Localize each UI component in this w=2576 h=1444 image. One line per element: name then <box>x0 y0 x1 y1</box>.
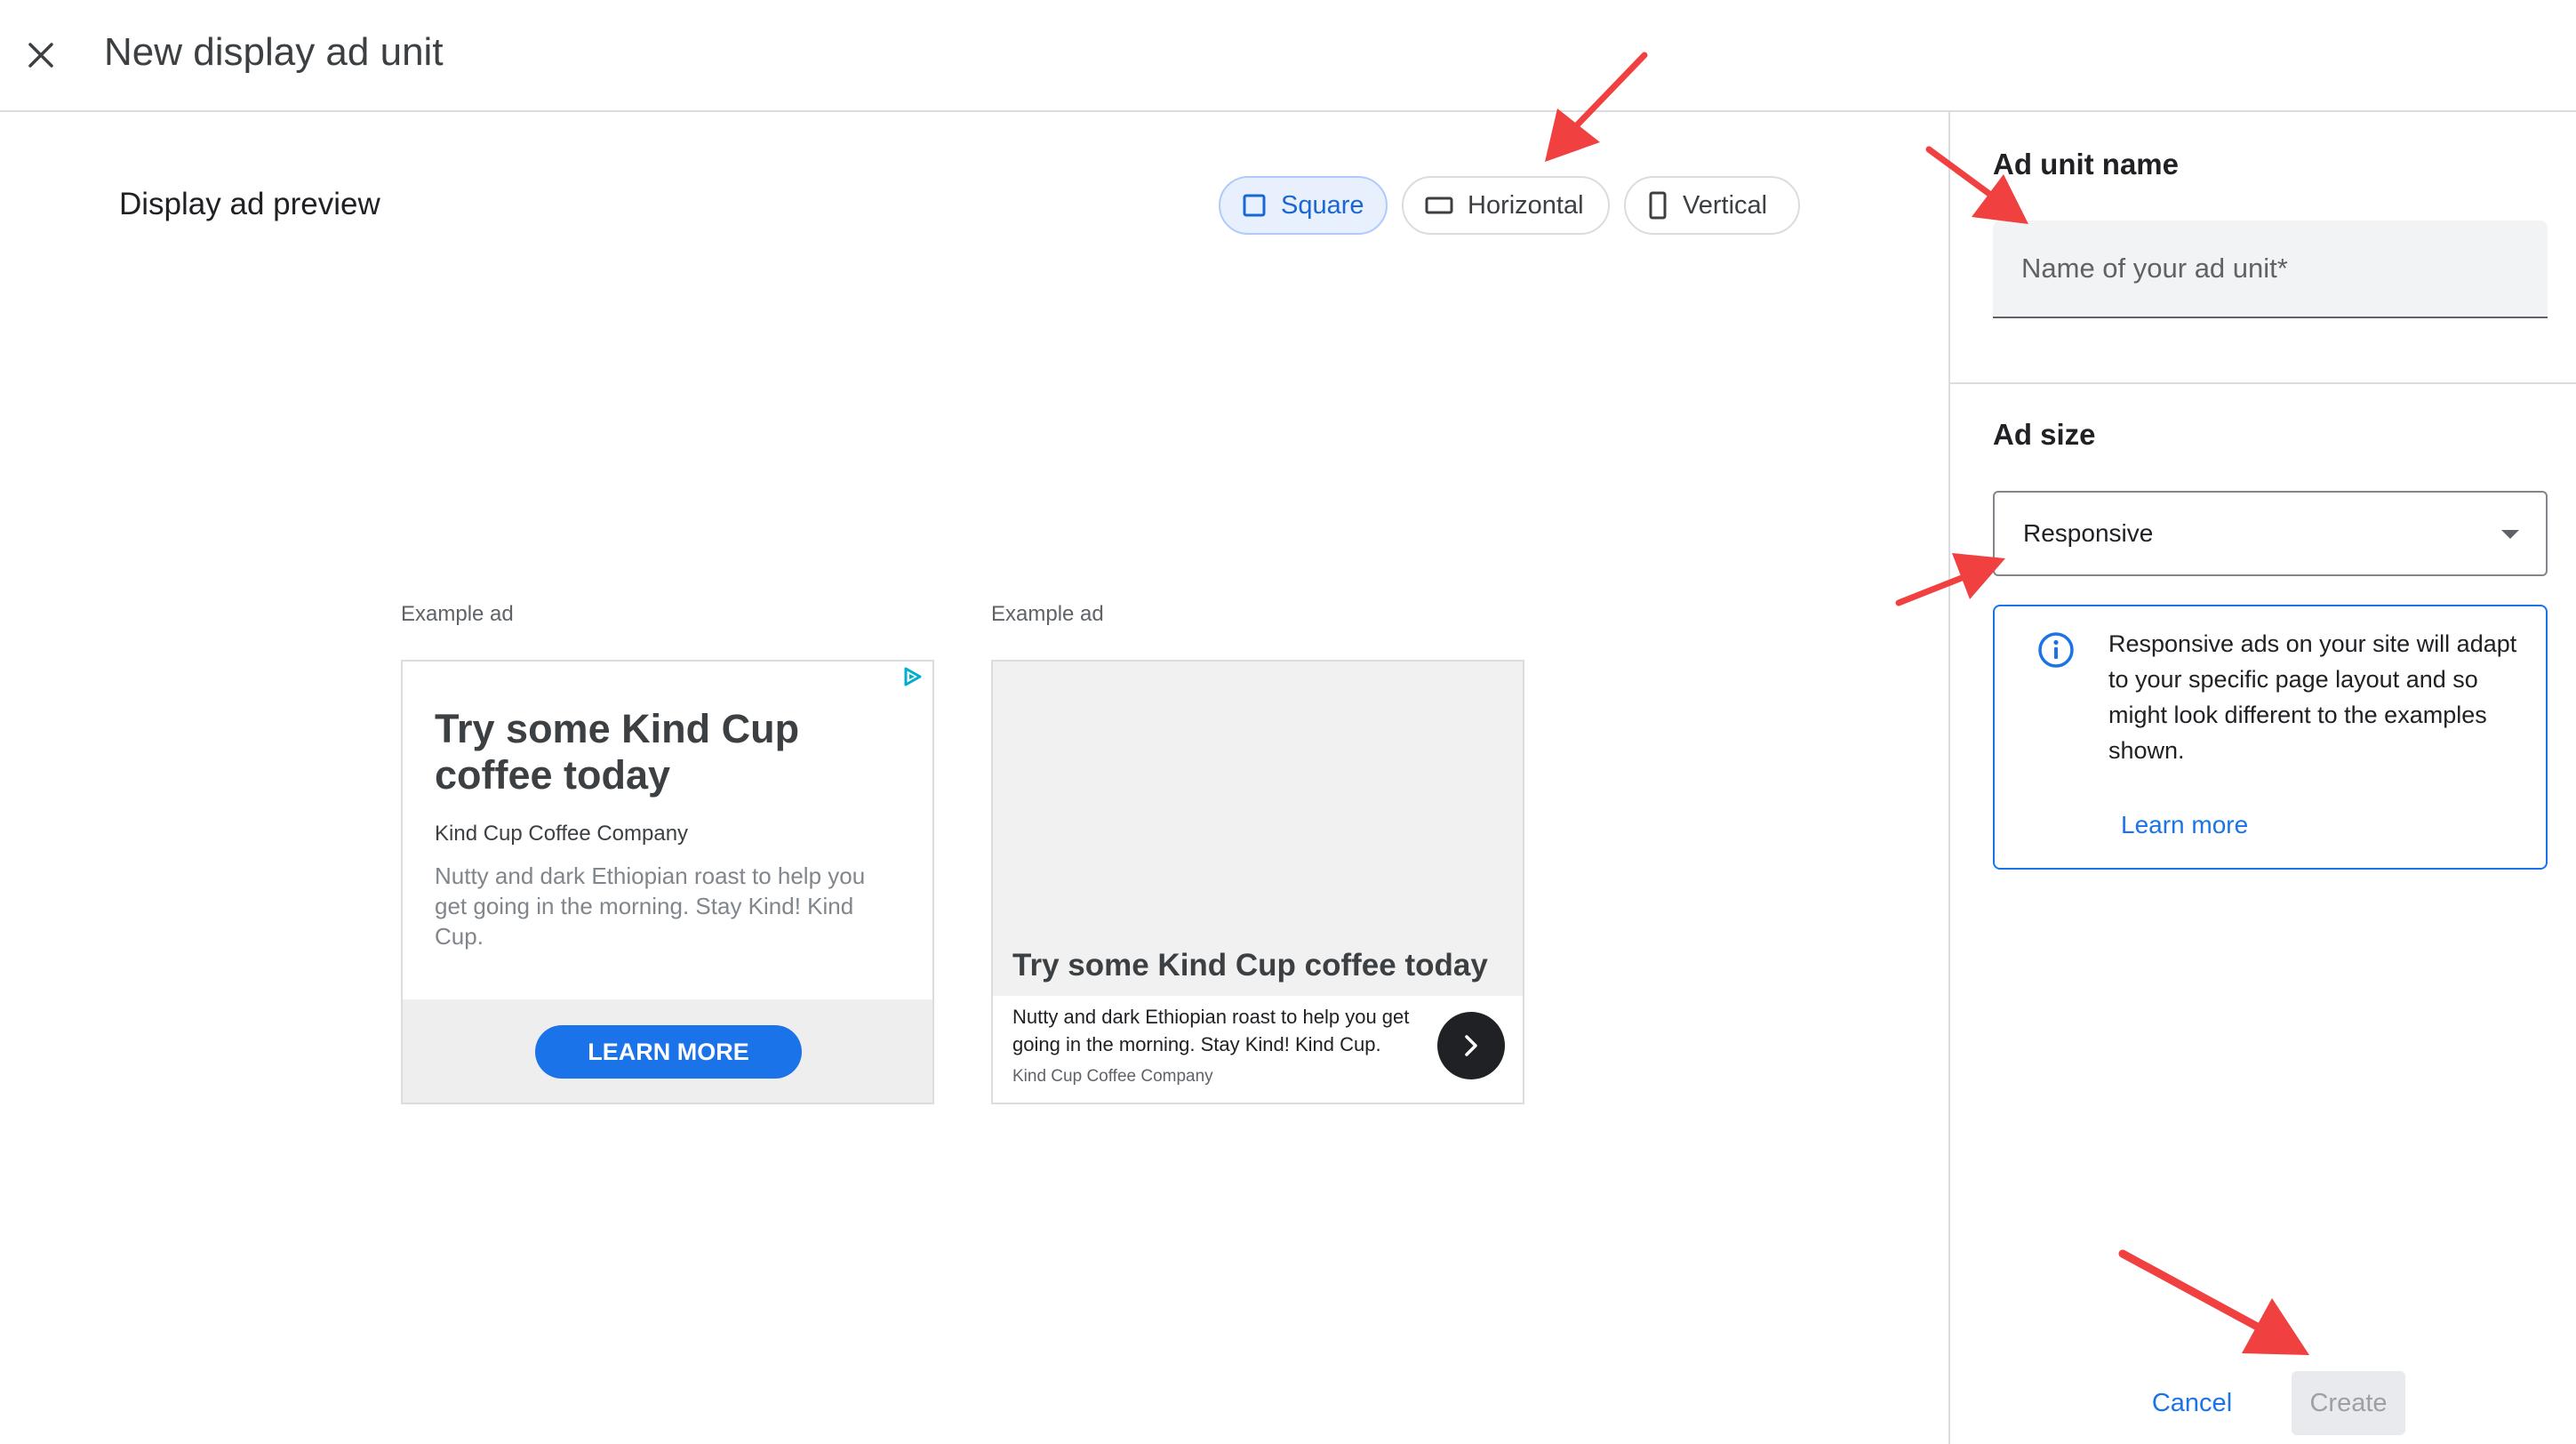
info-text: Responsive ads on your site will adapt t… <box>2108 630 2517 764</box>
example-ad-square: Try some Kind Cup coffee today Kind Cup … <box>401 660 934 1104</box>
ad-size-value: Responsive <box>2023 519 2154 547</box>
preview-title: Display ad preview <box>119 187 380 221</box>
square-icon <box>1243 194 1266 217</box>
ad-headline: Try some Kind Cup coffee today <box>435 706 800 798</box>
shape-chip-square[interactable]: Square <box>1219 176 1388 235</box>
close-button[interactable] <box>16 27 66 84</box>
ad-company: Kind Cup Coffee Company <box>1012 1067 1213 1086</box>
cancel-button[interactable]: Cancel <box>2133 1369 2251 1437</box>
section-divider <box>1950 382 2576 384</box>
shape-chip-label: Vertical <box>1683 190 1768 220</box>
shape-chip-vertical[interactable]: Vertical <box>1624 176 1800 235</box>
chevron-right-icon <box>1465 1035 1477 1056</box>
learn-more-cta-button[interactable]: LEARN MORE <box>535 1025 802 1079</box>
shape-chip-label: Horizontal <box>1468 190 1584 220</box>
info-icon <box>2038 632 2074 668</box>
ad-size-select[interactable]: Responsive <box>1993 491 2548 576</box>
horizontal-rectangle-icon <box>1425 197 1453 214</box>
create-button[interactable]: Create <box>2292 1371 2405 1435</box>
ad-headline: Try some Kind Cup coffee today <box>1012 948 1488 983</box>
ad-next-button[interactable] <box>1437 1012 1505 1079</box>
ad-unit-name-title: Ad unit name <box>1993 148 2180 180</box>
page-title: New display ad unit <box>104 30 444 74</box>
caret-down-icon <box>2501 530 2519 539</box>
ad-unit-name-input[interactable] <box>1993 221 2548 318</box>
example-ad-label: Example ad <box>991 602 1104 626</box>
page-header: New display ad unit <box>0 0 2576 112</box>
adchoices-icon[interactable] <box>899 663 925 690</box>
learn-more-link[interactable]: Learn more <box>2121 811 2248 839</box>
example-ad-label: Example ad <box>401 602 514 626</box>
ad-description: Nutty and dark Ethiopian roast to help y… <box>1012 1006 1410 1055</box>
shape-chip-horizontal[interactable]: Horizontal <box>1402 176 1610 235</box>
close-icon <box>28 43 53 68</box>
ad-size-title: Ad size <box>1993 418 2096 451</box>
ad-company: Kind Cup Coffee Company <box>435 822 689 846</box>
shape-chip-label: Square <box>1281 190 1364 220</box>
ad-description: Nutty and dark Ethiopian roast to help y… <box>435 862 866 950</box>
vertical-rectangle-icon <box>1649 191 1667 220</box>
responsive-info-box: Responsive ads on your site will adapt t… <box>1993 605 2548 870</box>
example-ad-image: Try some Kind Cup coffee today Nutty and… <box>991 660 1524 1104</box>
